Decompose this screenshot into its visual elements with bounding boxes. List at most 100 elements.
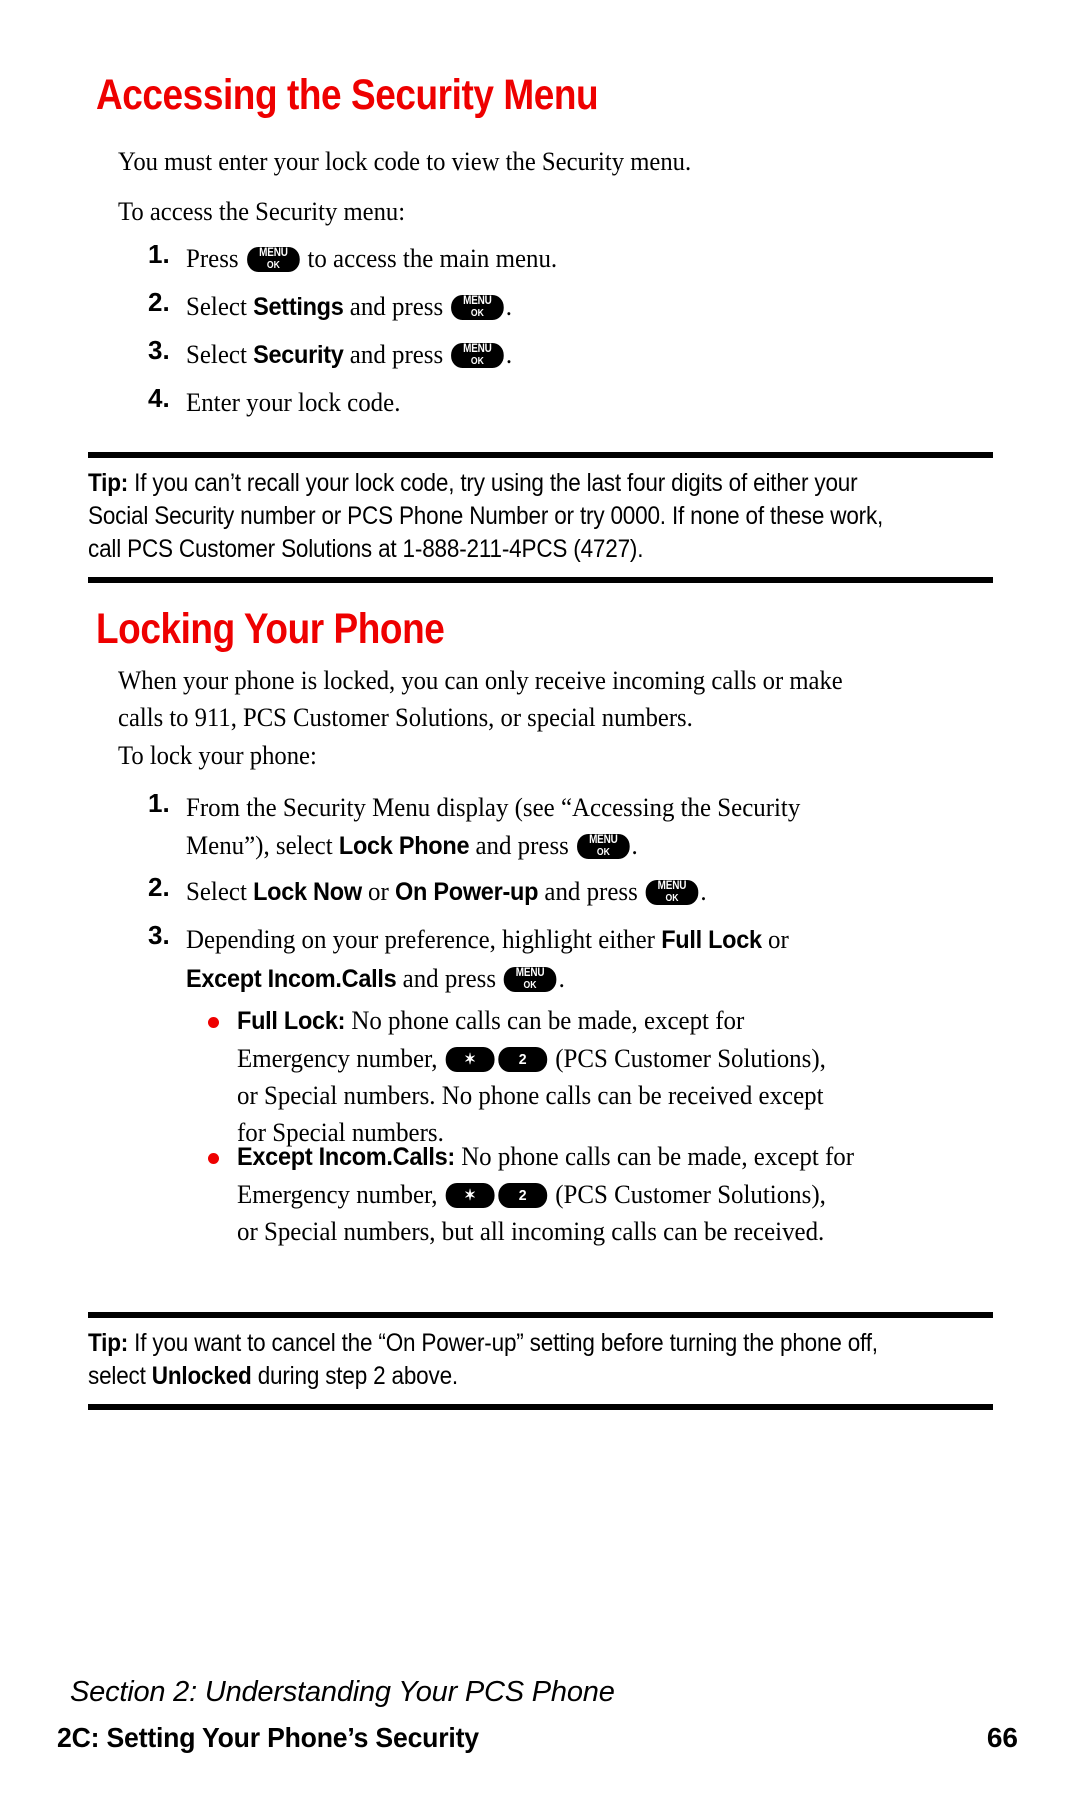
bullet-text: Full Lock: No phone calls can be made, e… (237, 1002, 826, 1151)
bullet-text-part: (PCS Customer Solutions), (549, 1179, 826, 1209)
bullet-dot-icon (208, 1153, 219, 1164)
bullet-text-part: No phone calls can be made, except for (454, 1141, 855, 1171)
step-text-line2: Except Incom.Calls and press MENU OK. (186, 959, 789, 998)
step-text-part: Press (186, 243, 245, 273)
step-number: 4. (148, 383, 170, 413)
step-text-part: and press (469, 830, 576, 860)
bullet-text: Except Incom.Calls: No phone calls can b… (237, 1138, 854, 1250)
step-text-part: or (361, 876, 396, 906)
step-number: 2. (148, 287, 170, 317)
tip-body-text: If you can’t recall your lock code, try … (88, 469, 884, 563)
menu-key-label-line1: MENU (516, 967, 545, 979)
menu-ok-key-icon[interactable]: MENU OK (576, 834, 630, 859)
bullet-line3: or Special numbers, but all incoming cal… (237, 1216, 825, 1246)
step-text: Select Security and press MENU OK. (186, 335, 512, 374)
step-text: Press MENU OK to access the main menu. (186, 239, 557, 277)
bullet-text-part: No phone calls can be made, except for (345, 1005, 745, 1035)
menu-key-label-line2: OK (471, 355, 485, 367)
menu-ok-key-icon[interactable]: MENU OK (504, 967, 557, 992)
step-number: 2. (148, 872, 170, 902)
step-text-part: . (700, 876, 707, 906)
tip-label: Tip: (88, 469, 129, 497)
menu-key-label-line1: MENU (258, 247, 288, 259)
tip-box-lock-code-bottom-rule (88, 577, 993, 583)
star-key-icon[interactable]: ✶ (445, 1183, 495, 1208)
step-text-part: and press (396, 963, 503, 993)
menu-ok-key-icon[interactable]: MENU OK (451, 343, 504, 368)
menu-key-label-line2: OK (523, 979, 537, 991)
divider-rule-bottom (88, 577, 993, 583)
menu-ok-key-icon[interactable]: MENU OK (246, 247, 300, 272)
tip-text: Tip: If you want to cancel the “On Power… (88, 1318, 903, 1393)
manual-page: Accessing the Security Menu You must ent… (0, 0, 1080, 1800)
menu-key-label-line2: OK (665, 892, 679, 904)
tip-box-unlocked: Tip: If you want to cancel the “On Power… (88, 1312, 993, 1393)
bullet-line1: Full Lock: No phone calls can be made, e… (237, 1002, 826, 1040)
term-full-lock: Full Lock: (237, 1007, 346, 1035)
bullet-text-part: Emergency number, (237, 1043, 444, 1073)
step-text-line1: Depending on your preference, highlight … (186, 920, 789, 959)
intro-paragraph-access-security: To access the Security menu: (118, 196, 406, 226)
step-text: Select Lock Now or On Power-up and press… (186, 872, 707, 911)
tip-text: Tip: If you can’t recall your lock code,… (88, 458, 903, 566)
footer-section-label: Section 2: Understanding Your PCS Phone (70, 1676, 615, 1708)
term-except-incom-calls: Except Incom.Calls: (237, 1143, 455, 1171)
menu-key-label-line1: MENU (588, 834, 618, 846)
step-text: Depending on your preference, highlight … (186, 920, 789, 998)
menu-key-label-line2: OK (471, 307, 485, 319)
page-title-accessing-security-menu: Accessing the Security Menu (96, 71, 599, 119)
step-text-part: . (631, 830, 638, 860)
intro-paragraph-locked-phone: When your phone is locked, you can only … (118, 665, 843, 732)
menu-option-security: Security (253, 341, 344, 369)
menu-key-label-line1: MENU (657, 880, 687, 892)
footer-chapter-label: 2C: Setting Your Phone’s Security (57, 1722, 479, 1753)
step-text-part: Select (186, 876, 254, 906)
step-text-line2: Menu”), select Lock Phone and press MENU… (186, 826, 800, 865)
tip-box-lock-code: Tip: If you can’t recall your lock code,… (88, 452, 993, 566)
bullet-line2: Emergency number, ✶ 2 (PCS Customer Solut… (237, 1040, 826, 1077)
intro-paragraph-lock-code: You must enter your lock code to view th… (118, 146, 692, 176)
menu-option-full-lock: Full Lock (661, 926, 762, 954)
two-key-icon[interactable]: 2 (498, 1047, 548, 1072)
two-key-icon[interactable]: 2 (498, 1183, 548, 1208)
step-text-part: Select (186, 291, 254, 321)
star-key-icon[interactable]: ✶ (445, 1047, 495, 1072)
divider-rule-bottom (88, 1404, 993, 1410)
step-text-part: and press (343, 339, 450, 369)
menu-option-on-power-up: On Power-up (395, 878, 539, 906)
menu-ok-key-icon[interactable]: MENU OK (451, 295, 504, 320)
step-text-line1: From the Security Menu display (see “Acc… (186, 792, 801, 822)
bullet-line2: Emergency number, ✶ 2 (PCS Customer Solut… (237, 1176, 854, 1213)
menu-key-label-line2: OK (596, 846, 610, 858)
step-text-part: to access the main menu. (301, 243, 558, 273)
step-text-part: and press (343, 291, 450, 321)
tip-body-text-part: during step 2 above. (251, 1362, 458, 1390)
bullet-dot-icon (208, 1017, 219, 1028)
step-text-part: and press (538, 876, 645, 906)
step-text: From the Security Menu display (see “Acc… (186, 788, 800, 865)
menu-key-label-line1: MENU (463, 295, 492, 307)
step-text: Enter your lock code. (186, 387, 401, 417)
menu-option-settings: Settings (253, 293, 344, 321)
menu-key-label-line1: MENU (463, 343, 492, 355)
step-number: 3. (148, 335, 170, 365)
menu-ok-key-icon[interactable]: MENU OK (645, 880, 699, 905)
menu-option-except-incom-calls: Except Incom.Calls (186, 965, 397, 993)
step-text: Select Settings and press MENU OK. (186, 287, 512, 326)
bullet-line1: Except Incom.Calls: No phone calls can b… (237, 1138, 854, 1176)
step-text-part: . (505, 339, 513, 369)
step-text-part: Menu”), select (186, 830, 339, 860)
step-text-part: . (505, 291, 513, 321)
bullet-text-part: (PCS Customer Solutions), (549, 1043, 826, 1073)
bullet-text-part: Emergency number, (237, 1179, 444, 1209)
page-number: 66 (986, 1722, 1018, 1753)
page-title-locking-your-phone: Locking Your Phone (96, 605, 445, 653)
tip-box-unlocked-bottom-rule (88, 1404, 993, 1410)
menu-key-label-line2: OK (266, 259, 280, 271)
step-text-part: . (558, 963, 565, 993)
menu-option-lock-now: Lock Now (253, 878, 362, 906)
step-number: 1. (148, 788, 170, 818)
step-text-part: Depending on your preference, highlight … (186, 924, 662, 954)
bullet-line3: or Special numbers. No phone calls can b… (237, 1080, 824, 1110)
menu-option-lock-phone: Lock Phone (338, 832, 470, 860)
